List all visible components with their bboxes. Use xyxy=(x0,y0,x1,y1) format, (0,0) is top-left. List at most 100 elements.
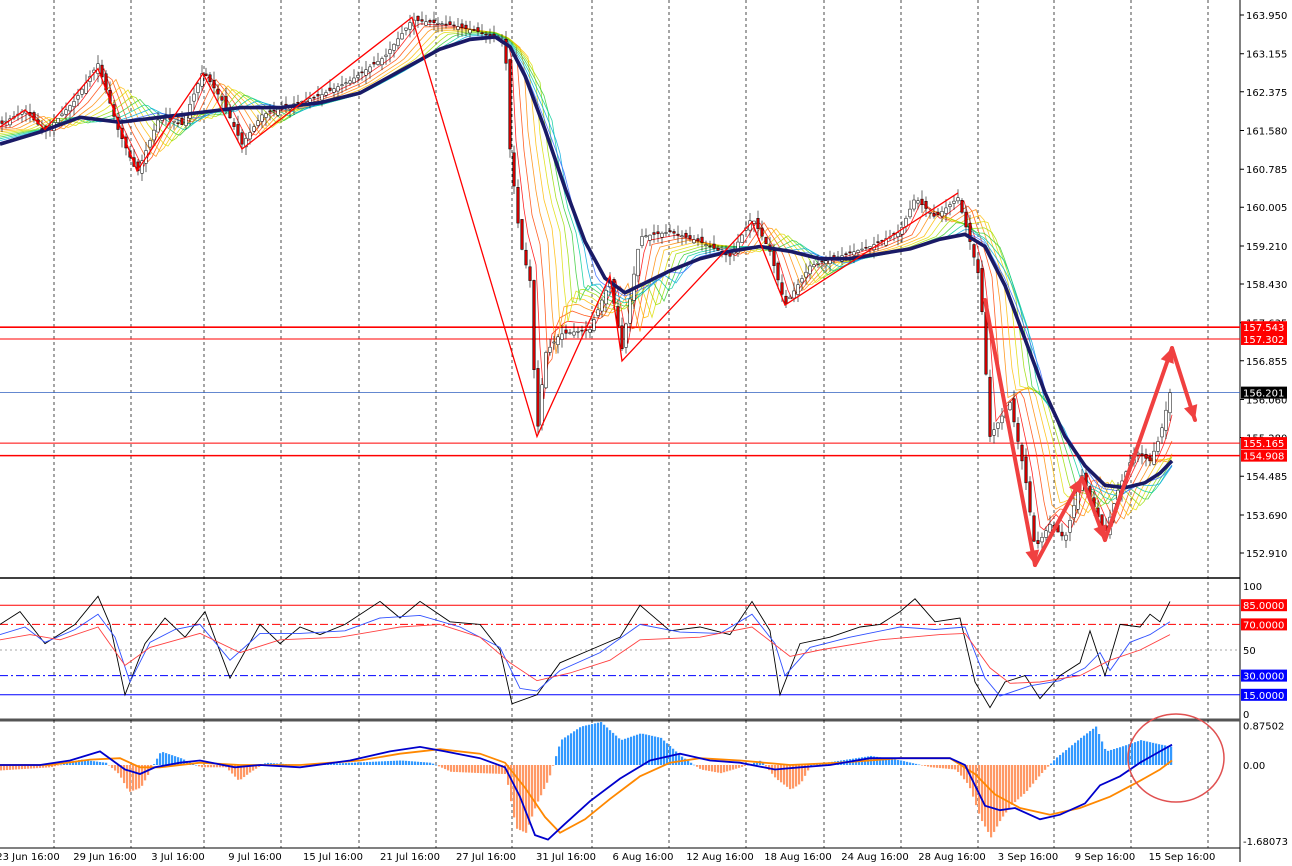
macd-histogram-bar xyxy=(654,736,657,765)
candle-body xyxy=(1160,427,1164,438)
macd-histogram-bar xyxy=(711,765,714,772)
candle-body xyxy=(696,238,700,242)
candle-body xyxy=(196,83,200,93)
macd-histogram-bar xyxy=(1023,765,1026,794)
candle-body xyxy=(1152,450,1156,465)
candle-body xyxy=(980,268,984,313)
macd-histogram-bar xyxy=(1074,742,1077,765)
candle-body xyxy=(928,212,932,214)
candle-body xyxy=(392,43,396,51)
macd-histogram-bar xyxy=(87,760,90,765)
macd-histogram-bar xyxy=(108,765,111,766)
candle-body xyxy=(456,26,460,30)
macd-histogram-bar xyxy=(777,765,780,781)
macd-histogram-bar xyxy=(363,762,366,765)
candle-body xyxy=(216,89,220,95)
macd-histogram-bar xyxy=(432,763,435,765)
macd-histogram-bar xyxy=(90,760,93,765)
candle-body xyxy=(344,82,348,85)
candle-body xyxy=(1060,531,1064,537)
macd-histogram-bar xyxy=(1116,748,1119,765)
candle-body xyxy=(796,284,800,295)
candle-body xyxy=(948,204,952,208)
macd-histogram-bar xyxy=(348,762,351,765)
macd-histogram-bar xyxy=(93,761,96,765)
macd-histogram-bar xyxy=(915,763,918,765)
candle-body xyxy=(1016,423,1020,442)
macd-histogram-bar xyxy=(738,765,741,768)
macd-histogram-bar xyxy=(1050,763,1053,765)
candle-body xyxy=(468,29,472,34)
macd-histogram-bar xyxy=(741,765,744,767)
candle-body xyxy=(236,124,240,136)
candle-body xyxy=(524,249,528,266)
macd-histogram-bar xyxy=(1122,746,1125,765)
candle-body xyxy=(540,384,544,426)
macd-histogram-bar xyxy=(894,759,897,765)
macd-histogram-bar xyxy=(660,737,663,765)
candle-body xyxy=(356,74,360,78)
macd-histogram-bar xyxy=(390,760,393,765)
candle-body xyxy=(212,79,216,89)
candle-body xyxy=(676,233,680,236)
macd-histogram-bar xyxy=(690,762,693,765)
y-tick-label: 163.950 xyxy=(1246,11,1287,22)
macd-histogram-bar xyxy=(1032,765,1035,784)
macd-histogram-bar xyxy=(1053,760,1056,765)
macd-histogram-bar xyxy=(342,763,345,765)
macd-histogram-bar xyxy=(1098,734,1101,765)
candle-body xyxy=(1048,523,1052,533)
candle-body xyxy=(956,197,960,202)
candle-body xyxy=(752,220,756,224)
x-tick-label: 31 Jul 16:00 xyxy=(536,852,596,862)
macd-histogram-bar xyxy=(693,764,696,766)
macd-histogram-bar xyxy=(471,765,474,773)
x-tick-label: 3 Sep 16:00 xyxy=(998,852,1058,862)
candle-body xyxy=(360,71,364,74)
candle-body xyxy=(760,227,764,237)
oscillator-level-label: 30.0000 xyxy=(1243,672,1284,683)
candle-body xyxy=(764,237,768,245)
candle-body xyxy=(400,33,404,40)
candle-body xyxy=(460,23,464,28)
candle-body xyxy=(648,234,652,241)
candle-body xyxy=(396,38,400,46)
candle-body xyxy=(620,325,624,350)
candle-body xyxy=(792,290,796,299)
macd-histogram-bar xyxy=(1038,765,1041,777)
macd-histogram-bar xyxy=(657,737,660,765)
x-tick-label: 9 Jul 16:00 xyxy=(228,852,282,862)
candle-body xyxy=(692,239,696,244)
macd-histogram-bar xyxy=(597,722,600,765)
macd-histogram-bar xyxy=(645,734,648,765)
candle-body xyxy=(572,331,576,336)
candle-body xyxy=(448,21,452,25)
candle-body xyxy=(364,69,368,76)
macd-histogram-bar xyxy=(1101,741,1104,765)
x-tick-label: 21 Jul 16:00 xyxy=(380,852,440,862)
y-tick-label: 153.690 xyxy=(1246,511,1287,522)
candle-body xyxy=(976,259,980,274)
candle-body xyxy=(480,32,484,34)
candle-body xyxy=(908,208,912,218)
candle-body xyxy=(656,231,660,235)
macd-histogram-bar xyxy=(435,765,438,766)
candle-body xyxy=(1164,409,1168,431)
macd-histogram-bar xyxy=(1059,754,1062,765)
candle-body xyxy=(296,101,300,104)
macd-histogram-bar xyxy=(414,761,417,765)
candle-body xyxy=(424,21,428,26)
macd-histogram-bar xyxy=(168,754,171,765)
macd-histogram-bar xyxy=(726,765,729,772)
macd-histogram-bar xyxy=(417,761,420,765)
candle-body xyxy=(68,105,72,112)
level-tag-label: 157.543 xyxy=(1243,323,1284,334)
current-price-label: 156.201 xyxy=(1243,389,1284,400)
macd-histogram-bar xyxy=(1068,747,1071,765)
macd-histogram-bar xyxy=(573,731,576,765)
candle-body xyxy=(988,376,992,437)
candle-body xyxy=(192,93,196,102)
macd-histogram-bar xyxy=(480,765,483,774)
macd-histogram-bar xyxy=(111,765,114,768)
candle-body xyxy=(604,290,608,305)
